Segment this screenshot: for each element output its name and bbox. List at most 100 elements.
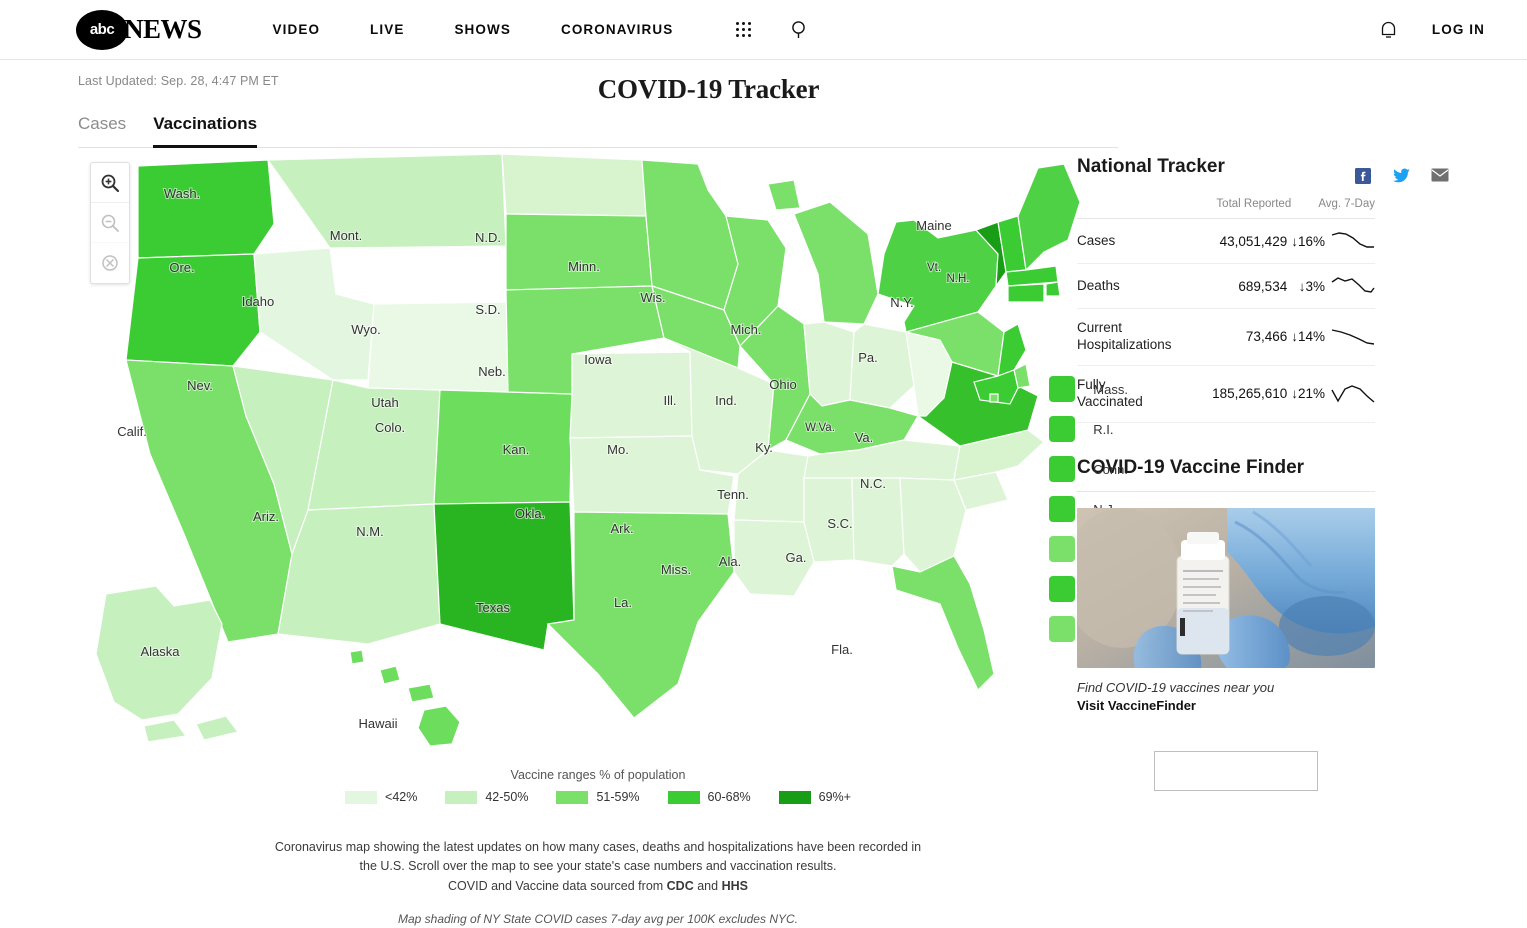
- state-ID: [253, 247, 375, 381]
- state-label-HI: Hawaii: [358, 716, 397, 731]
- state-ND: [501, 154, 647, 217]
- main-navigation: VIDEO LIVE SHOWS CORONAVIRUS: [248, 20, 811, 40]
- legend-swatch: [345, 790, 378, 804]
- state-label-MT: Mont.: [330, 228, 363, 243]
- state-label-KS: Kan.: [503, 442, 530, 457]
- source-cdc[interactable]: CDC: [667, 879, 694, 893]
- state-DC: [989, 393, 999, 403]
- news-logo-text: NEWS: [124, 14, 202, 44]
- state-GA: [899, 477, 967, 573]
- map-footer-line2: the U.S. Scroll over the map to see your…: [359, 859, 837, 874]
- legend-label: 42-50%: [485, 790, 529, 804]
- us-states-svg[interactable]: Wash. Ore. Calif. Nev. Idaho Mont. Wyo. …: [78, 154, 1118, 754]
- vaccine-vial-photo[interactable]: [1077, 507, 1375, 668]
- apps-grid-icon[interactable]: [724, 22, 766, 37]
- tab-vaccinations[interactable]: Vaccinations: [153, 114, 258, 148]
- reset-circle-icon: [102, 255, 118, 271]
- tab-cases[interactable]: Cases: [78, 114, 126, 148]
- tracker-tabs: Cases Vaccinations: [78, 114, 1065, 148]
- state-label-ND: N.D.: [475, 230, 501, 245]
- state-label-IL: Ill.: [664, 393, 677, 408]
- map-footer-line1: Coronavirus map showing the latest updat…: [274, 840, 922, 854]
- nav-coronavirus[interactable]: CORONAVIRUS: [536, 22, 698, 37]
- cases-sparkline: [1331, 232, 1374, 248]
- legend-item-3: 60-68%: [667, 790, 751, 804]
- state-label-CA: Calif.: [117, 424, 147, 439]
- nav-live[interactable]: LIVE: [345, 22, 429, 37]
- twitter-share-icon[interactable]: [1393, 168, 1410, 184]
- zoom-in-button[interactable]: [91, 163, 129, 203]
- state-label-MS: Miss.: [661, 562, 691, 577]
- us-vaccination-map[interactable]: Wash. Ore. Calif. Nev. Idaho Mont. Wyo. …: [78, 154, 1128, 774]
- small-state-swatch: [1049, 376, 1076, 402]
- state-IN: [803, 321, 855, 407]
- page-container: COVID-19 Tracker Last Updated: Sep. 28, …: [0, 60, 1527, 926]
- state-label-WV: W.Va.: [805, 422, 835, 434]
- facebook-share-icon[interactable]: [1355, 168, 1371, 184]
- legend-label: 51-59%: [596, 790, 640, 804]
- abc-news-logo[interactable]: abc NEWS: [76, 9, 202, 50]
- state-label-PA: Pa.: [858, 350, 878, 365]
- zoom-reset-button[interactable]: [91, 243, 129, 283]
- state-label-AK: Alaska: [140, 644, 180, 659]
- state-label-SD: S.D.: [475, 302, 500, 317]
- state-label-NY: N.Y.: [890, 295, 914, 310]
- legend-swatch: [667, 790, 700, 804]
- tracker-col-avg: Avg. 7-Day: [1291, 190, 1375, 219]
- legend-item-2: 51-59%: [556, 790, 640, 804]
- email-share-icon[interactable]: [1431, 168, 1449, 184]
- vaccine-finder-link[interactable]: Visit VaccineFinder: [1077, 698, 1395, 713]
- tracker-total-deaths: 689,534: [1171, 263, 1292, 309]
- legend-label: 69%+: [818, 790, 851, 804]
- tracker-trend-value: ↓3%: [1298, 278, 1325, 294]
- tracker-avg-cases: ↓16%: [1291, 218, 1375, 264]
- magnifier-minus-icon: [101, 214, 119, 232]
- vaccine-finder-caption: Find COVID-19 vaccines near you: [1077, 679, 1275, 695]
- small-state-conn[interactable]: Conn.: [1049, 449, 1128, 489]
- small-state-ri[interactable]: R.I.: [1049, 409, 1128, 449]
- zoom-out-button[interactable]: [91, 203, 129, 243]
- small-state-mass[interactable]: Mass.: [1049, 369, 1128, 409]
- notification-bell-icon[interactable]: [1379, 20, 1398, 40]
- social-share-row: [1355, 168, 1449, 184]
- source-hhs[interactable]: HHS: [722, 879, 748, 893]
- state-label-WY: Wyo.: [351, 322, 381, 337]
- state-label-OH: Ohio: [769, 377, 796, 392]
- nav-video[interactable]: VIDEO: [248, 22, 346, 37]
- state-label-VT: Vt.: [927, 262, 941, 274]
- state-label-LA: La.: [614, 595, 632, 610]
- state-label-SC: S.C.: [827, 516, 852, 531]
- abc-logo-disc: abc: [76, 9, 128, 50]
- state-label-KY: Ky.: [755, 440, 773, 455]
- state-label-TN: Tenn.: [717, 487, 749, 502]
- state-label-NC: N.C.: [860, 476, 886, 491]
- search-icon[interactable]: [790, 20, 810, 40]
- vaccine-finder-input-box[interactable]: [1154, 750, 1318, 791]
- state-label-WA: Wash.: [164, 186, 200, 201]
- state-label-NE: Neb.: [478, 364, 505, 379]
- state-label-MN: Minn.: [568, 259, 600, 274]
- national-tracker-title: National Tracker: [1077, 156, 1225, 177]
- small-state-swatch: [1049, 536, 1076, 562]
- state-label-ME: Maine: [916, 218, 951, 233]
- state-label-IA: Iowa: [584, 352, 612, 367]
- small-state-label: Conn.: [1093, 461, 1128, 477]
- legend-swatch: [778, 790, 811, 804]
- map-footer-line3: COVID and Vaccine data sourced from: [448, 878, 667, 893]
- hospitalizations-sparkline: [1331, 329, 1375, 345]
- magnifier-plus-icon: [101, 174, 120, 192]
- legend-item-0: <42%: [345, 790, 417, 804]
- state-label-ID: Idaho: [242, 294, 275, 309]
- small-state-swatch: [1049, 616, 1076, 642]
- small-state-swatch: [1049, 456, 1076, 482]
- state-AL: [851, 477, 905, 567]
- nav-shows[interactable]: SHOWS: [429, 22, 536, 37]
- state-TX: [546, 511, 735, 719]
- state-label-TX: Texas: [476, 600, 510, 615]
- map-footer-text: Coronavirus map showing the latest updat…: [78, 838, 1118, 896]
- state-label-WI: Wis.: [640, 290, 665, 305]
- state-label-GA: Ga.: [786, 550, 807, 565]
- state-FL: [891, 555, 995, 692]
- state-OH: [849, 323, 915, 409]
- login-button[interactable]: LOG IN: [1432, 22, 1485, 37]
